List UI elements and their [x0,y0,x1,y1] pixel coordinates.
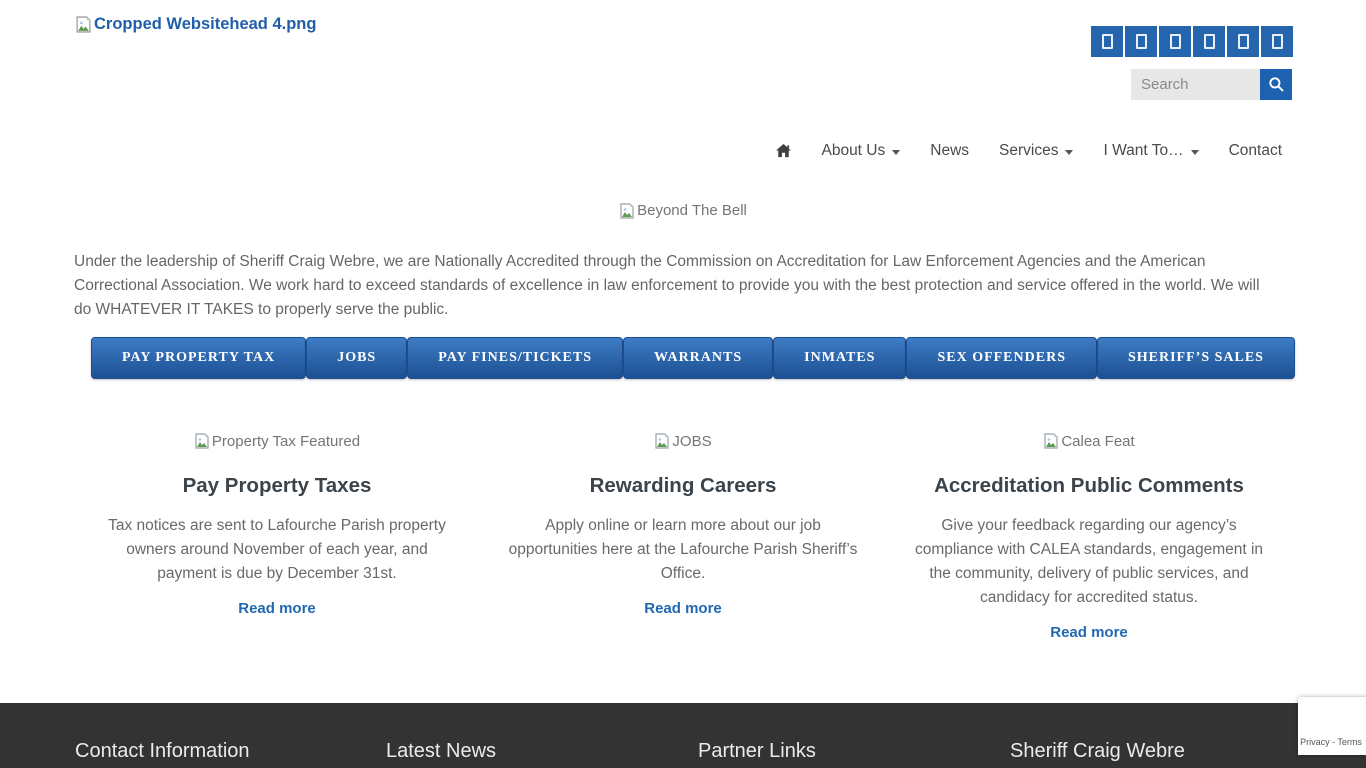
search-input[interactable] [1131,69,1260,100]
chevron-down-icon [1065,150,1073,155]
feature-broken-image: Property Tax Featured [89,430,465,452]
social-icon-placeholder [1238,34,1249,49]
nav-contact[interactable]: Contact [1229,142,1282,160]
quick-link-sheriffs-sales[interactable]: SHERIFF’S SALES [1097,337,1295,379]
broken-image-icon [654,433,670,449]
social-link-4[interactable] [1193,26,1225,57]
feature-title: Accreditation Public Comments [901,474,1277,498]
broken-image-icon [75,16,92,33]
feature-image-alt-text: Property Tax Featured [212,433,360,450]
footer-heading-sheriff-craig-webre: Sheriff Craig Webre [1010,740,1185,763]
social-icon-placeholder [1102,34,1113,49]
social-icon-placeholder [1170,34,1181,49]
read-more-link[interactable]: Read more [238,600,316,617]
feature-broken-image: Calea Feat [901,430,1277,452]
search-button[interactable] [1260,69,1292,100]
broken-image-icon [194,433,210,449]
hero-alt-text: Beyond The Bell [637,202,747,219]
social-link-3[interactable] [1159,26,1191,57]
site-footer: Contact Information Latest News Partner … [0,703,1366,768]
broken-image-icon [619,203,635,219]
nav-services[interactable]: Services [999,142,1073,160]
feature-broken-image: JOBS [495,430,871,452]
nav-home[interactable] [776,144,791,158]
features-section: Property Tax Featured Pay Property Taxes… [74,430,1292,642]
site-logo-broken-image[interactable]: Cropped Websitehead 4.png [75,15,316,34]
social-link-2[interactable] [1125,26,1157,57]
feature-pay-property-taxes: Property Tax Featured Pay Property Taxes… [74,430,480,642]
quick-links-row: PAY PROPERTY TAX JOBS PAY FINES/TICKETS … [91,337,1275,379]
home-icon [776,144,791,158]
feature-rewarding-careers: JOBS Rewarding Careers Apply online or l… [480,430,886,642]
feature-title: Pay Property Taxes [89,474,465,498]
feature-title: Rewarding Careers [495,474,871,498]
feature-accreditation-public-comments: Calea Feat Accreditation Public Comments… [886,430,1292,642]
social-link-1[interactable] [1091,26,1123,57]
search-icon [1268,76,1285,93]
intro-paragraph: Under the leadership of Sheriff Craig We… [74,250,1276,322]
hero-broken-image: Beyond The Bell [0,202,1366,219]
site-logo-alt-text: Cropped Websitehead 4.png [94,15,316,34]
feature-image-alt-text: Calea Feat [1061,433,1134,450]
footer-heading-latest-news: Latest News [386,740,496,763]
social-icon-placeholder [1136,34,1147,49]
chevron-down-icon [1191,150,1199,155]
recaptcha-badge[interactable]: Privacy - Terms [1298,697,1366,755]
nav-about-us[interactable]: About Us [821,142,900,160]
social-links [1091,26,1293,57]
nav-i-want-to[interactable]: I Want To… [1103,142,1198,160]
social-icon-placeholder [1204,34,1215,49]
social-link-6[interactable] [1261,26,1293,57]
nav-news[interactable]: News [930,142,969,160]
chevron-down-icon [892,150,900,155]
feature-text: Tax notices are sent to Lafourche Parish… [99,514,455,586]
social-link-5[interactable] [1227,26,1259,57]
main-nav: About Us News Services I Want To… Contac… [776,142,1282,160]
feature-text: Give your feedback regarding our agency’… [911,514,1267,610]
quick-link-pay-fines-tickets[interactable]: PAY FINES/TICKETS [407,337,623,379]
feature-image-alt-text: JOBS [672,433,711,450]
footer-heading-contact-information: Contact Information [75,740,250,763]
quick-link-sex-offenders[interactable]: SEX OFFENDERS [906,337,1097,379]
broken-image-icon [1043,433,1059,449]
read-more-link[interactable]: Read more [644,600,722,617]
footer-heading-partner-links: Partner Links [698,740,816,763]
quick-link-inmates[interactable]: INMATES [773,337,906,379]
quick-link-jobs[interactable]: JOBS [306,337,407,379]
search-bar [1131,69,1292,100]
feature-text: Apply online or learn more about our job… [505,514,861,586]
read-more-link[interactable]: Read more [1050,624,1128,641]
quick-link-pay-property-tax[interactable]: PAY PROPERTY TAX [91,337,306,379]
quick-link-warrants[interactable]: WARRANTS [623,337,773,379]
recaptcha-privacy-terms[interactable]: Privacy - Terms [1298,737,1364,747]
social-icon-placeholder [1272,34,1283,49]
